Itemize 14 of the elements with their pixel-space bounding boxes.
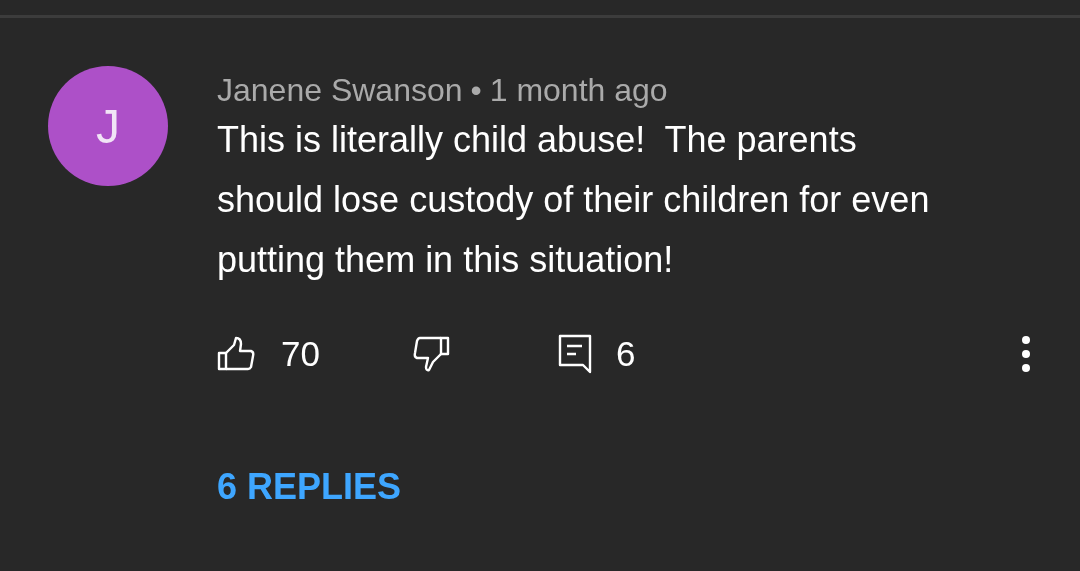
more-icon bbox=[1022, 336, 1030, 372]
separator-dot: • bbox=[470, 71, 482, 110]
comment-text: This is literally child abuse! The parents should lose custody of their children for even putting them in this situation! bbox=[217, 118, 931, 282]
avatar[interactable]: J bbox=[48, 66, 168, 186]
more-options-button[interactable] bbox=[1022, 336, 1030, 372]
comment-icon bbox=[557, 334, 592, 374]
reply-button[interactable]: 6 bbox=[557, 334, 636, 374]
comment-time: 1 month ago bbox=[489, 71, 668, 110]
view-replies-link[interactable]: 6 REPLIES bbox=[217, 466, 402, 508]
like-button[interactable]: 70 bbox=[217, 334, 320, 374]
dislike-button[interactable] bbox=[411, 335, 450, 373]
thumbs-down-icon bbox=[411, 335, 450, 373]
author-name[interactable]: Janene Swanson bbox=[217, 70, 463, 110]
thumbs-up-icon bbox=[217, 336, 255, 372]
